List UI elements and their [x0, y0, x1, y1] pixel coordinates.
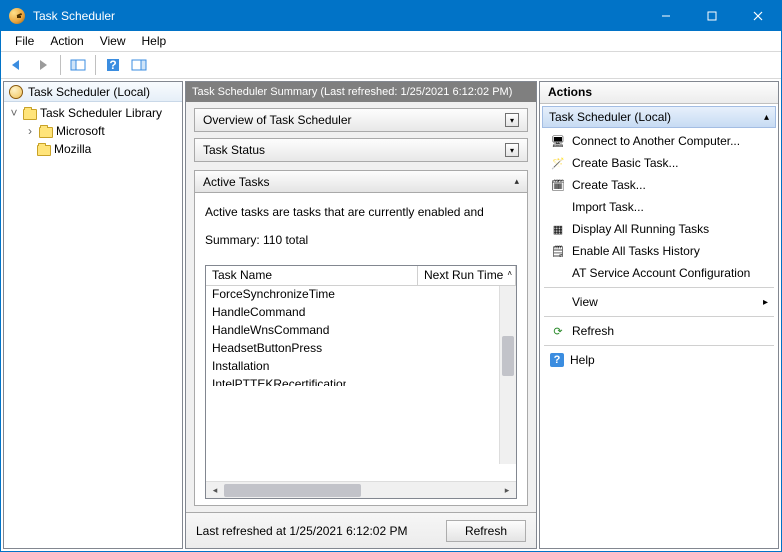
chevron-down-icon: ▾ [505, 113, 519, 127]
chevron-up-icon: ▴ [514, 176, 519, 187]
forward-button[interactable] [31, 54, 55, 76]
table-row[interactable]: ForceSynchronizeTime [206, 286, 516, 304]
action-connect[interactable]: 🖥Connect to Another Computer... [542, 130, 776, 152]
actions-context-label: Task Scheduler (Local) [549, 110, 671, 124]
actions-context[interactable]: Task Scheduler (Local) ▴ [542, 106, 776, 128]
action-import-task[interactable]: Import Task... [542, 196, 776, 218]
col-next-run[interactable]: Next Run Time˄ [418, 266, 516, 286]
col-task-name[interactable]: Task Name [206, 266, 418, 286]
minimize-button[interactable] [643, 1, 689, 31]
folder-icon [37, 145, 51, 156]
table-row[interactable]: HandleCommand [206, 304, 516, 322]
actions-pane: Actions Task Scheduler (Local) ▴ 🖥Connec… [539, 81, 779, 549]
menubar: File Action View Help [1, 31, 781, 51]
task-icon: 🗓 [550, 177, 566, 193]
table-row[interactable]: Installation [206, 358, 516, 376]
tree-pane: Task Scheduler (Local) ˅ Task Scheduler … [3, 81, 183, 549]
show-action-pane-button[interactable] [127, 54, 151, 76]
menu-file[interactable]: File [7, 32, 42, 50]
submenu-arrow-icon: ▸ [763, 297, 768, 308]
computer-icon: 🖥 [550, 133, 566, 149]
separator [544, 345, 774, 346]
svg-text:?: ? [109, 58, 116, 72]
scheduler-icon [9, 85, 23, 99]
summary-footer: Last refreshed at 1/25/2021 6:12:02 PM R… [186, 512, 536, 548]
action-display-running[interactable]: ▦Display All Running Tasks [542, 218, 776, 240]
last-refreshed-text: Last refreshed at 1/25/2021 6:12:02 PM [196, 524, 407, 538]
maximize-button[interactable] [689, 1, 735, 31]
help-button[interactable]: ? [101, 54, 125, 76]
tree-item-label: Microsoft [56, 124, 105, 138]
back-button[interactable] [5, 54, 29, 76]
scroll-left-icon[interactable]: ◂ [208, 483, 222, 497]
summary-pane: Task Scheduler Summary (Last refreshed: … [185, 81, 537, 549]
history-icon: 🗒 [550, 243, 566, 259]
toolbar: ? [1, 51, 781, 79]
folder-icon [39, 127, 53, 138]
menu-action[interactable]: Action [42, 32, 91, 50]
menu-help[interactable]: Help [134, 32, 175, 50]
table-row[interactable]: IntelPTTEKRecertification [206, 376, 346, 386]
horizontal-scrollbar[interactable]: ◂ ▸ [206, 481, 516, 498]
chevron-down-icon: ▾ [505, 143, 519, 157]
close-button[interactable] [735, 1, 781, 31]
app-icon [9, 8, 25, 24]
action-create-task[interactable]: 🗓Create Task... [542, 174, 776, 196]
overview-group[interactable]: Overview of Task Scheduler ▾ [194, 108, 528, 132]
action-enable-history[interactable]: 🗒Enable All Tasks History [542, 240, 776, 262]
tree-library-label: Task Scheduler Library [40, 106, 162, 120]
scroll-thumb[interactable] [224, 484, 361, 497]
running-icon: ▦ [550, 221, 566, 237]
task-status-group[interactable]: Task Status ▾ [194, 138, 528, 162]
table-header: Task Name Next Run Time˄ [206, 266, 516, 286]
blank-icon [550, 294, 566, 310]
action-view[interactable]: View▸ [542, 291, 776, 313]
refresh-icon: ⟳ [550, 323, 566, 339]
show-hide-tree-button[interactable] [66, 54, 90, 76]
actions-header: Actions [540, 82, 778, 104]
action-create-basic-task[interactable]: 🪄Create Basic Task... [542, 152, 776, 174]
overview-label: Overview of Task Scheduler [203, 113, 352, 127]
active-tasks-summary: Summary: 110 total [205, 233, 517, 247]
active-tasks-group: Active Tasks ▴ Active tasks are tasks th… [194, 170, 528, 506]
task-status-label: Task Status [203, 143, 265, 157]
tree-item-label: Mozilla [54, 142, 91, 156]
active-tasks-label: Active Tasks [203, 175, 269, 189]
scroll-right-icon[interactable]: ▸ [500, 483, 514, 497]
scroll-up-icon: ˄ [507, 269, 512, 278]
expand-icon[interactable]: ˅ [8, 106, 20, 120]
active-tasks-description: Active tasks are tasks that are currentl… [205, 205, 517, 219]
action-at-service[interactable]: AT Service Account Configuration [542, 262, 776, 284]
import-icon [550, 199, 566, 215]
refresh-button[interactable]: Refresh [446, 520, 526, 542]
tree-root-label: Task Scheduler (Local) [28, 85, 150, 99]
blank-icon [550, 265, 566, 281]
summary-header: Task Scheduler Summary (Last refreshed: … [186, 82, 536, 102]
expand-icon[interactable]: › [24, 124, 36, 138]
folder-icon [23, 109, 37, 120]
toolbar-separator [95, 55, 96, 75]
tree-root[interactable]: Task Scheduler (Local) [4, 82, 182, 102]
separator [544, 287, 774, 288]
table-row[interactable]: HeadsetButtonPress [206, 340, 516, 358]
toolbar-separator [60, 55, 61, 75]
active-tasks-header[interactable]: Active Tasks ▴ [195, 171, 527, 193]
tree-item-microsoft[interactable]: › Microsoft [4, 122, 182, 140]
help-icon: ? [550, 353, 564, 367]
separator [544, 316, 774, 317]
action-refresh[interactable]: ⟳Refresh [542, 320, 776, 342]
window-title: Task Scheduler [33, 9, 643, 23]
titlebar: Task Scheduler [1, 1, 781, 31]
scroll-thumb[interactable] [502, 336, 514, 376]
collapse-icon: ▴ [764, 112, 769, 123]
action-help[interactable]: ?Help [542, 349, 776, 371]
table-row[interactable]: HandleWnsCommand [206, 322, 516, 340]
tree-library[interactable]: ˅ Task Scheduler Library [4, 104, 182, 122]
wizard-icon: 🪄 [550, 155, 566, 171]
menu-view[interactable]: View [92, 32, 134, 50]
tree-item-mozilla[interactable]: Mozilla [4, 140, 182, 158]
vertical-scrollbar[interactable] [499, 286, 516, 464]
active-tasks-table: Task Name Next Run Time˄ ForceSynchroniz… [205, 265, 517, 499]
